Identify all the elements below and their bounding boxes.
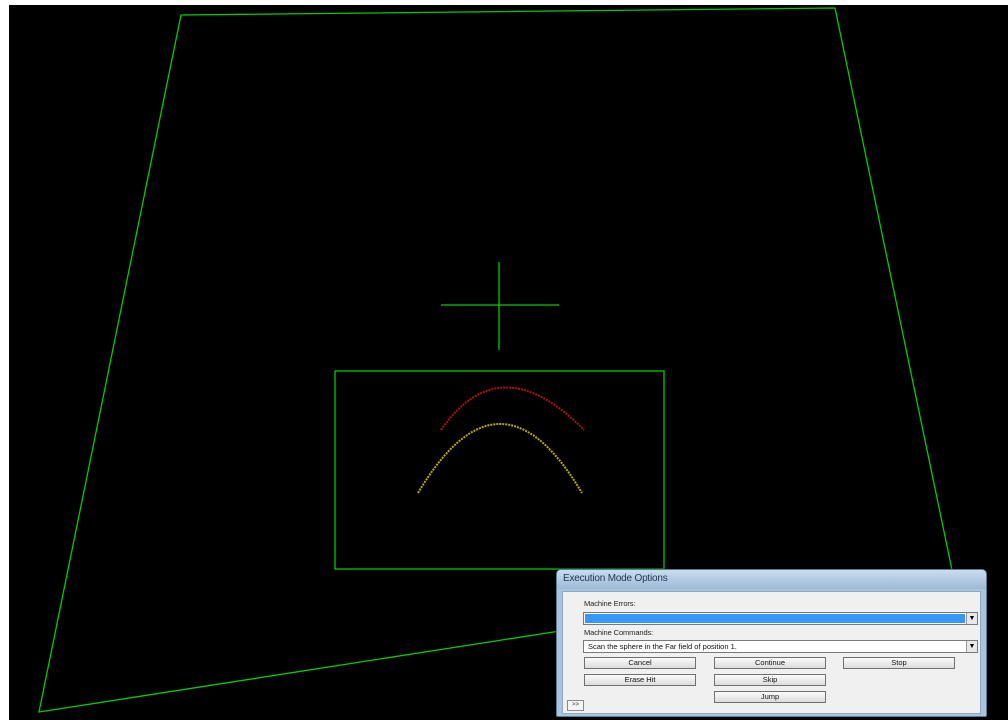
cancel-button[interactable]: Cancel [584,657,696,669]
chevron-down-icon[interactable]: ▼ [966,613,977,624]
machine-errors-selection [585,614,965,623]
machine-errors-label: Machine Errors: [584,599,636,608]
sphere-arc-upper [440,386,585,431]
dialog-titlebar[interactable]: Execution Mode Options [557,570,986,589]
chevron-down-icon[interactable]: ▼ [966,641,977,652]
machine-commands-combo[interactable]: Scan the sphere in the Far field of posi… [583,640,978,653]
dialog-title: Execution Mode Options [563,573,668,584]
probe-window-rect [334,370,665,570]
sphere-arc-lower [417,423,583,494]
erase-hit-button[interactable]: Erase Hit [584,674,696,686]
continue-button[interactable]: Continue [714,657,826,669]
machine-errors-combo[interactable]: ▼ [583,612,978,625]
stop-button[interactable]: Stop [843,657,955,669]
jump-button[interactable]: Jump [714,691,826,703]
execution-mode-dialog[interactable]: Execution Mode Options Machine Errors: ▼… [556,569,987,717]
dialog-body: Machine Errors: ▼ Machine Commands: Scan… [562,591,981,714]
crosshair-icon [441,262,559,350]
expand-options-button[interactable]: >> [567,700,584,711]
skip-button[interactable]: Skip [714,674,826,686]
machine-commands-label: Machine Commands: [584,628,654,637]
machine-commands-value: Scan the sphere in the Far field of posi… [588,642,737,651]
